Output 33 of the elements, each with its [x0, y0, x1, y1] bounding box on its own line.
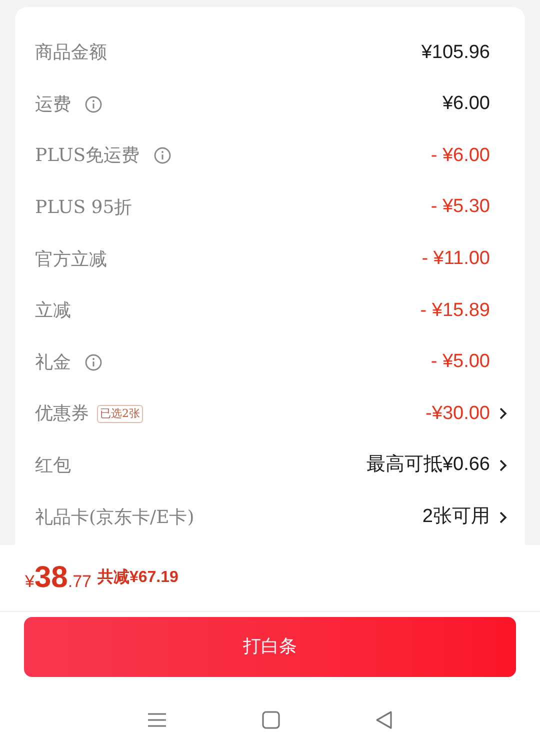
- row-label: 运费: [35, 92, 71, 117]
- total-savings: 共减¥67.19: [97, 568, 178, 588]
- row-value: ¥6.00: [442, 92, 490, 116]
- row-label: 官方立减: [35, 248, 107, 272]
- row-value: -¥30.00: [426, 402, 490, 426]
- row-value: - ¥11.00: [422, 246, 490, 271]
- info-icon[interactable]: [85, 96, 102, 113]
- row-label: 商品金额: [35, 41, 107, 66]
- row-value: - ¥5.30: [430, 195, 490, 220]
- row-value: 最高可抵¥0.66: [366, 453, 490, 478]
- tag: 已选2张: [97, 404, 143, 423]
- menu-icon[interactable]: [147, 712, 168, 728]
- info-icon[interactable]: [85, 354, 102, 371]
- row-label: PLUS免运费: [35, 144, 140, 168]
- chevron-icon[interactable]: [499, 510, 507, 524]
- row-value: - ¥15.89: [420, 298, 490, 323]
- back-icon[interactable]: [374, 710, 393, 729]
- chevron-icon[interactable]: [499, 459, 507, 472]
- info-icon[interactable]: [154, 147, 171, 164]
- row-label: 红包: [35, 454, 71, 478]
- row-value: - ¥5.00: [430, 350, 490, 374]
- total-price: ¥38.77: [25, 560, 92, 596]
- row-value: ¥105.96: [421, 40, 490, 65]
- row-label: 立减: [35, 299, 71, 324]
- row-label: 礼品卡(京东卡/E卡): [35, 506, 194, 530]
- row-label: 礼金: [35, 350, 71, 375]
- chevron-icon[interactable]: [499, 407, 507, 420]
- row-value: - ¥6.00: [430, 144, 490, 168]
- row-value: 2张可用: [422, 504, 490, 529]
- pay-button[interactable]: 打白条: [24, 616, 516, 677]
- home-icon[interactable]: [262, 710, 280, 729]
- row-label: 优惠券: [35, 402, 89, 426]
- row-label: PLUS 95折: [35, 196, 132, 220]
